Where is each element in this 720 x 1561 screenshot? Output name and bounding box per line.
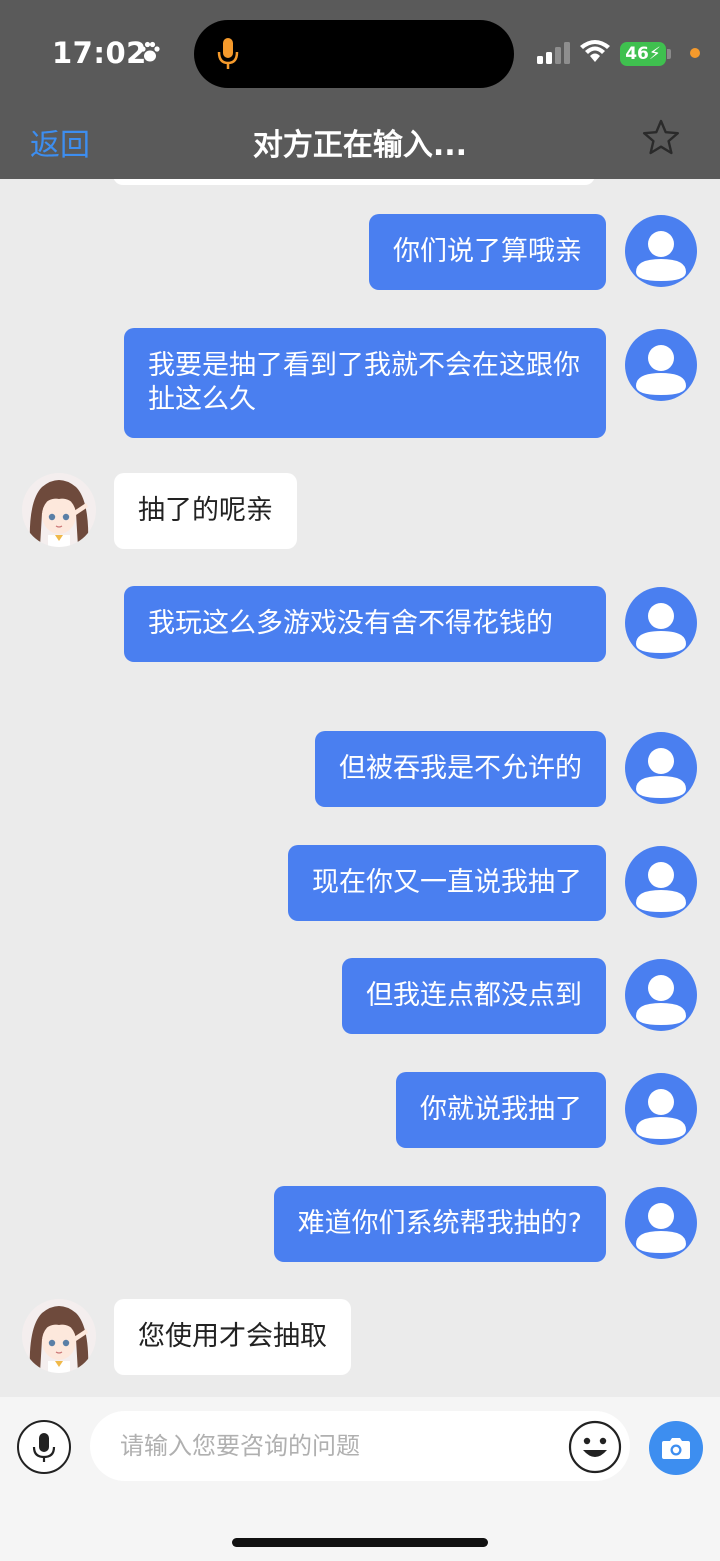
top-bar: 17:02 46⚡ 返回 对方正在输入...: [0, 0, 720, 179]
star-outline-icon[interactable]: [641, 118, 681, 158]
default-user-icon[interactable]: [624, 214, 698, 288]
smiley-icon[interactable]: [568, 1420, 622, 1474]
battery-indicator: 46⚡: [620, 42, 666, 66]
outgoing-message-bubble[interactable]: 但被吞我是不允许的: [315, 731, 606, 807]
home-indicator: [232, 1538, 488, 1547]
camera-button[interactable]: [649, 1421, 703, 1475]
previous-message-bubble: [113, 179, 595, 185]
default-user-icon[interactable]: [624, 586, 698, 660]
microphone-active-icon: [217, 38, 239, 69]
camera-icon: [662, 1438, 690, 1459]
outgoing-message-bubble[interactable]: 现在你又一直说我抽了: [288, 845, 606, 921]
outgoing-message-bubble[interactable]: 你就说我抽了: [396, 1072, 606, 1148]
agent-avatar[interactable]: [22, 1299, 96, 1373]
battery-cap: [667, 49, 671, 59]
outgoing-message-bubble[interactable]: 但我连点都没点到: [342, 958, 606, 1034]
chat-area[interactable]: 你们说了算哦亲 我要是抽了看到了我就不会在这跟你扯这么久 抽了的呢亲 我玩这么多…: [0, 179, 720, 1397]
default-user-icon[interactable]: [624, 328, 698, 402]
agent-avatar[interactable]: [22, 473, 96, 547]
wifi-icon: [580, 40, 610, 62]
paw-icon: [140, 41, 160, 62]
default-user-icon[interactable]: [624, 1072, 698, 1146]
default-user-icon[interactable]: [624, 1186, 698, 1260]
privacy-dot: [690, 48, 700, 58]
input-bar: [0, 1397, 720, 1561]
page-title: 对方正在输入...: [252, 128, 468, 163]
default-user-icon[interactable]: [624, 845, 698, 919]
battery-level: 46: [625, 44, 649, 64]
dynamic-island: [194, 20, 514, 88]
outgoing-message-bubble[interactable]: 我要是抽了看到了我就不会在这跟你扯这么久: [124, 328, 606, 438]
microphone-icon: [32, 1433, 56, 1462]
incoming-message-bubble[interactable]: 您使用才会抽取: [114, 1299, 351, 1375]
cellular-signal-icon: [537, 42, 570, 64]
outgoing-message-bubble[interactable]: 我玩这么多游戏没有舍不得花钱的: [124, 586, 606, 662]
message-input[interactable]: [90, 1411, 630, 1481]
incoming-message-bubble[interactable]: 抽了的呢亲: [114, 473, 297, 549]
default-user-icon[interactable]: [624, 731, 698, 805]
default-user-icon[interactable]: [624, 958, 698, 1032]
status-time: 17:02: [52, 36, 147, 70]
outgoing-message-bubble[interactable]: 难道你们系统帮我抽的?: [273, 1186, 606, 1262]
outgoing-message-bubble[interactable]: 你们说了算哦亲: [369, 214, 606, 290]
voice-input-button[interactable]: [17, 1420, 71, 1474]
